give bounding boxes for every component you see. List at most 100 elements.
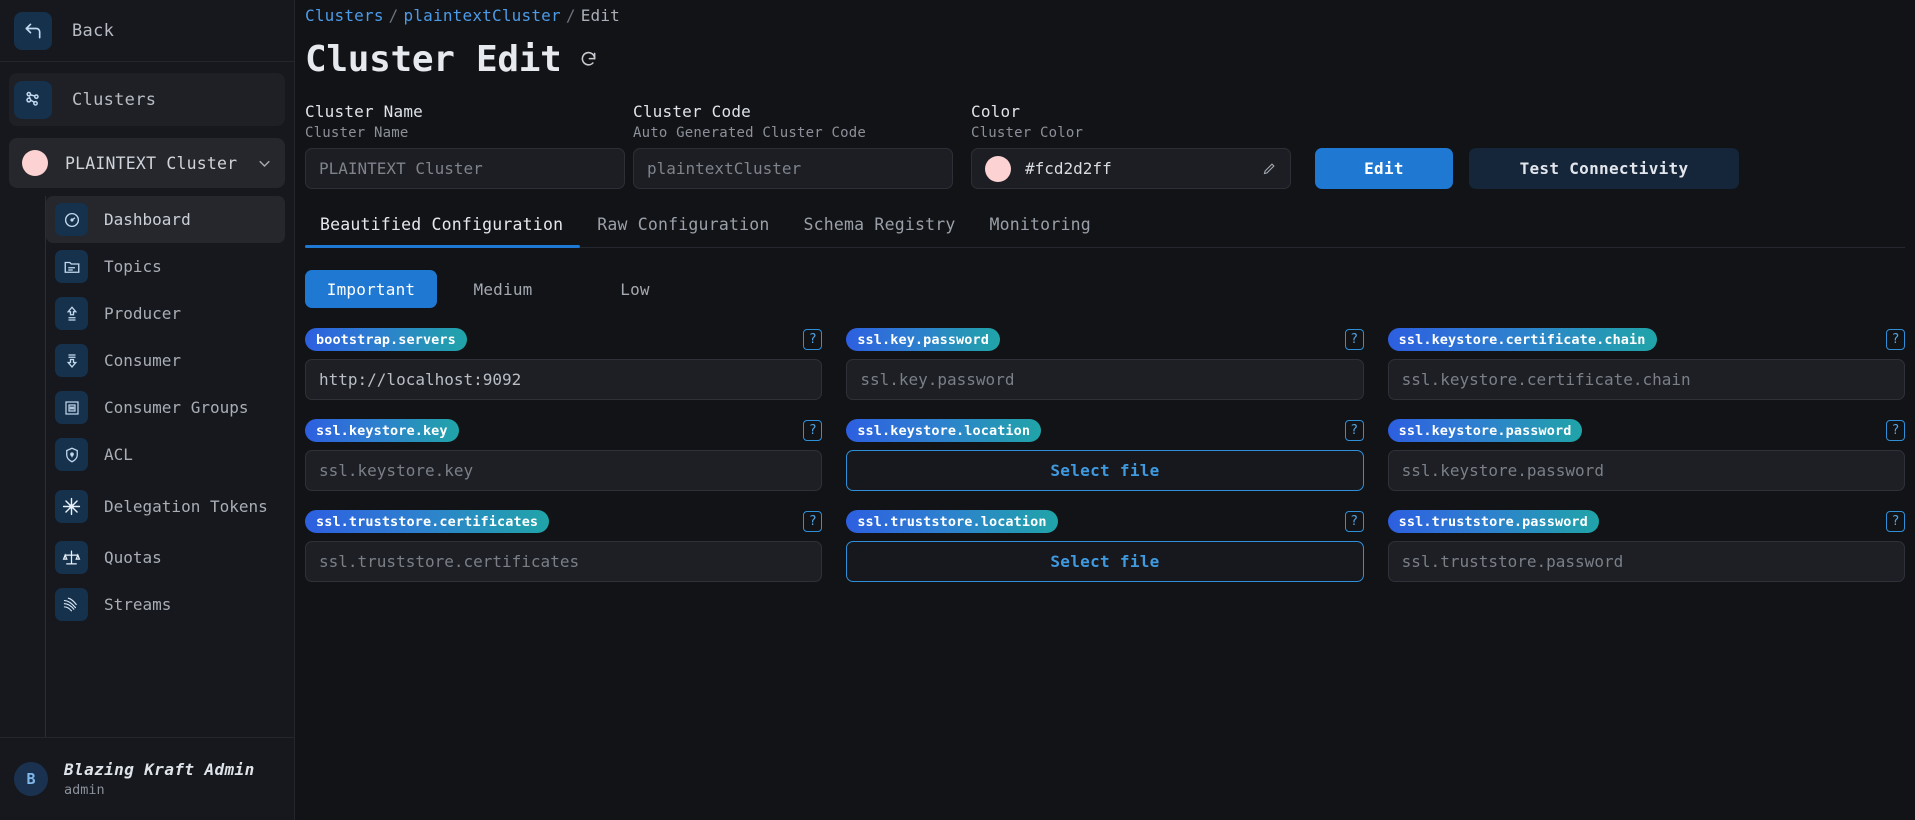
test-connectivity-button[interactable]: Test Connectivity: [1469, 148, 1739, 189]
breadcrumb-clusters[interactable]: Clusters: [305, 6, 384, 25]
config-name-badge: ssl.truststore.location: [846, 510, 1058, 533]
sidebar-item-delegation-tokens[interactable]: Delegation Tokens: [46, 478, 285, 534]
sidebar-item-clusters[interactable]: Clusters: [9, 73, 285, 126]
edit-button[interactable]: Edit: [1315, 148, 1453, 189]
config-field-ssl-keystore-location: ssl.keystore.location ? Select file: [846, 419, 1364, 491]
help-icon[interactable]: ?: [1344, 420, 1364, 441]
help-icon[interactable]: ?: [1885, 420, 1905, 441]
user-profile[interactable]: B Blazing Kraft Admin admin: [0, 737, 294, 820]
cluster-name-subtitle: Cluster Name: [305, 125, 409, 141]
config-field-header: bootstrap.servers ?: [305, 328, 823, 351]
config-field-header: ssl.key.password ?: [846, 328, 1364, 351]
config-field-ssl-keystore-password: ssl.keystore.password ? ssl.keystore.pas…: [1387, 419, 1905, 491]
config-name-badge: bootstrap.servers: [305, 328, 467, 351]
upload-arrow-icon: [55, 297, 88, 330]
group-list-icon: [55, 391, 88, 424]
refresh-icon[interactable]: [578, 49, 599, 70]
config-field-header: ssl.truststore.password ?: [1387, 510, 1905, 533]
config-field-ssl-truststore-location: ssl.truststore.location ? Select file: [846, 510, 1364, 582]
sidebar-item-label: Producer: [104, 304, 182, 323]
help-icon[interactable]: ?: [1885, 511, 1905, 532]
cluster-code-input[interactable]: plaintextCluster: [633, 148, 953, 189]
sidebar-item-consumer[interactable]: Consumer: [46, 337, 285, 384]
sidebar-item-label: Delegation Tokens: [104, 496, 268, 516]
pencil-icon[interactable]: [1262, 161, 1277, 176]
cluster-fields-row: Cluster Name Cluster Name PLAINTEXT Clus…: [295, 80, 1915, 189]
sidebar-item-label: Dashboard: [104, 210, 191, 229]
sidebar-item-producer[interactable]: Producer: [46, 290, 285, 337]
select-file-button[interactable]: Select file: [846, 541, 1364, 582]
tab-monitoring[interactable]: Monitoring: [973, 215, 1108, 247]
breadcrumb-cluster[interactable]: plaintextCluster: [404, 6, 561, 25]
config-field-header: ssl.truststore.location ?: [846, 510, 1364, 533]
help-icon[interactable]: ?: [803, 329, 823, 350]
snowflake-icon: [55, 489, 88, 523]
cluster-color-field: Color Cluster Color #fcd2d2ff: [971, 102, 1291, 189]
config-input[interactable]: ssl.keystore.key: [305, 450, 823, 491]
help-icon[interactable]: ?: [803, 511, 823, 532]
configuration-tabs: Beautified Configuration Raw Configurati…: [305, 215, 1905, 248]
sidebar-item-acl[interactable]: ACL: [46, 431, 285, 478]
sidebar-item-label: Streams: [104, 595, 172, 614]
filter-important[interactable]: Important: [305, 270, 437, 308]
user-role: admin: [64, 782, 105, 798]
app-root: Back Clusters PLAINTEXT Cluster Dashboar…: [0, 0, 1915, 820]
cluster-name-title: Cluster Name: [305, 102, 423, 121]
main-content: Clusters / plaintextCluster / Edit Cluster E…: [295, 0, 1915, 820]
config-input[interactable]: ssl.keystore.certificate.chain: [1387, 359, 1905, 400]
config-field-header: ssl.keystore.certificate.chain ?: [1387, 328, 1905, 351]
sidebar-item-quotas[interactable]: Quotas: [46, 534, 285, 581]
breadcrumb-current: Edit: [580, 6, 621, 25]
sidebar-item-label: Topics: [104, 257, 162, 276]
config-field-header: ssl.keystore.location ?: [846, 419, 1364, 442]
cluster-name-input[interactable]: PLAINTEXT Cluster: [305, 148, 625, 189]
tab-raw-configuration[interactable]: Raw Configuration: [580, 215, 786, 247]
cluster-color-dot: [22, 150, 48, 176]
help-icon[interactable]: ?: [1885, 329, 1905, 350]
sidebar-item-consumer-groups[interactable]: Consumer Groups: [46, 384, 285, 431]
folder-icon: [55, 250, 88, 283]
sidebar-item-streams[interactable]: Streams: [46, 581, 285, 628]
select-file-button[interactable]: Select file: [846, 450, 1364, 491]
back-label: Back: [72, 20, 115, 41]
shield-lock-icon: [55, 438, 88, 471]
sidebar-item-label: Consumer: [104, 351, 182, 370]
cluster-selector[interactable]: PLAINTEXT Cluster: [9, 138, 285, 188]
color-swatch: [985, 155, 1011, 182]
sidebar-item-label: Consumer Groups: [104, 398, 249, 417]
help-icon[interactable]: ?: [1344, 511, 1364, 532]
filter-low[interactable]: Low: [569, 270, 701, 308]
config-name-badge: ssl.keystore.password: [1387, 419, 1583, 442]
chevron-down-icon[interactable]: [257, 156, 272, 171]
config-input[interactable]: http://localhost:9092: [305, 359, 823, 400]
filter-medium[interactable]: Medium: [437, 270, 569, 308]
config-input[interactable]: ssl.truststore.password: [1387, 541, 1905, 582]
sidebar-item-topics[interactable]: Topics: [46, 243, 285, 290]
config-field-ssl-truststore-password: ssl.truststore.password ? ssl.truststore…: [1387, 510, 1905, 582]
breadcrumb-separator: /: [388, 6, 399, 25]
selected-cluster-label: PLAINTEXT Cluster: [65, 153, 238, 173]
config-grid: bootstrap.servers ? http://localhost:909…: [305, 328, 1905, 582]
breadcrumb-separator: /: [565, 6, 576, 25]
tab-schema-registry[interactable]: Schema Registry: [787, 215, 973, 247]
cluster-color-input[interactable]: #fcd2d2ff: [971, 148, 1291, 189]
cluster-name-field: Cluster Name Cluster Name PLAINTEXT Clus…: [305, 102, 625, 189]
help-icon[interactable]: ?: [803, 420, 823, 441]
sidebar-item-dashboard[interactable]: Dashboard: [46, 196, 285, 243]
sidebar-item-label: ACL: [104, 445, 133, 464]
back-button[interactable]: Back: [0, 0, 294, 62]
cluster-code-field: Cluster Code Auto Generated Cluster Code…: [633, 102, 953, 189]
config-field-bootstrap-servers: bootstrap.servers ? http://localhost:909…: [305, 328, 823, 400]
config-input[interactable]: ssl.keystore.password: [1387, 450, 1905, 491]
config-input[interactable]: ssl.truststore.certificates: [305, 541, 823, 582]
config-input[interactable]: ssl.key.password: [846, 359, 1364, 400]
tab-beautified-configuration[interactable]: Beautified Configuration: [305, 215, 581, 248]
config-field-header: ssl.truststore.certificates ?: [305, 510, 823, 533]
breadcrumb: Clusters / plaintextCluster / Edit: [295, 0, 1915, 25]
cluster-code-subtitle: Auto Generated Cluster Code: [633, 125, 866, 141]
help-icon[interactable]: ?: [1344, 329, 1364, 350]
user-name: Blazing Kraft Admin: [64, 760, 255, 779]
config-field-header: ssl.keystore.password ?: [1387, 419, 1905, 442]
config-name-badge: ssl.keystore.key: [305, 419, 459, 442]
page-header: Cluster Edit: [295, 25, 1915, 80]
